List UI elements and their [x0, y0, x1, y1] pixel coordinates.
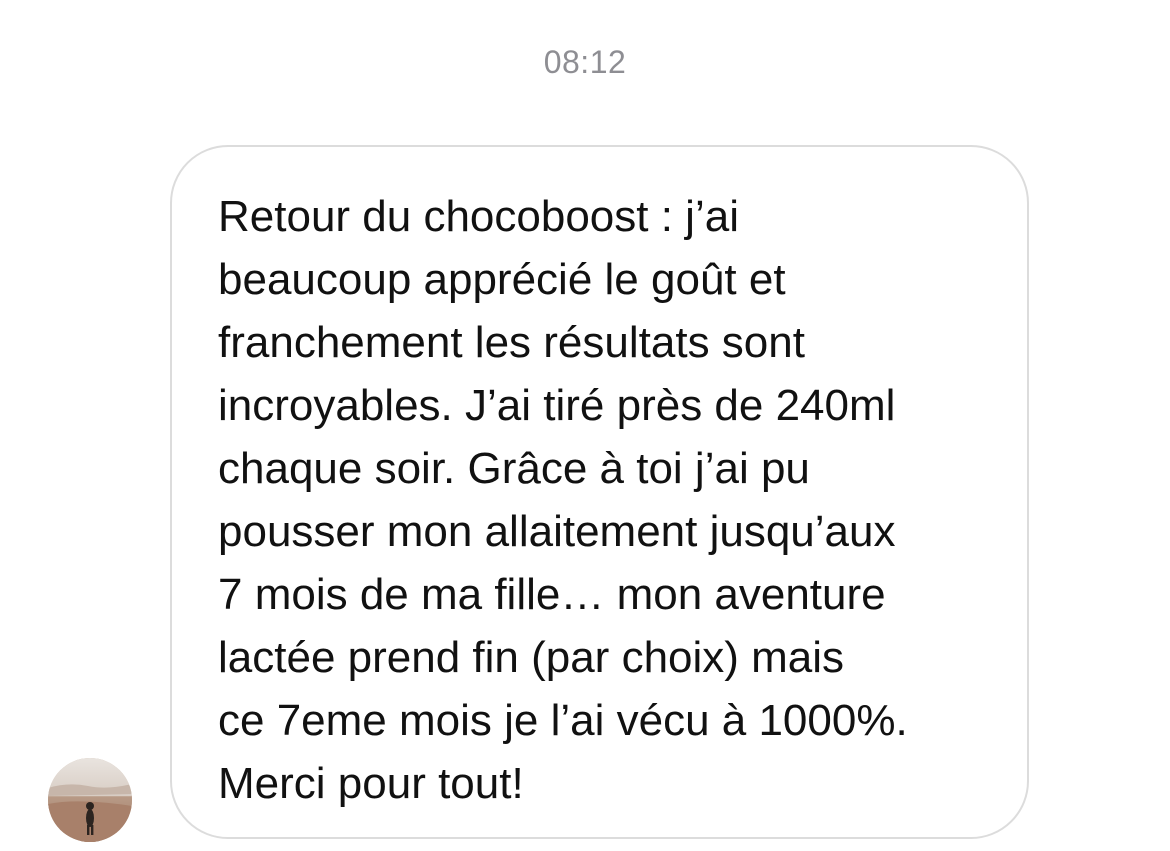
message-line: Merci pour tout! [218, 759, 524, 808]
message-line: beaucoup apprécié le goût et [218, 255, 786, 304]
beach-photo-icon [48, 758, 132, 842]
message-bubble[interactable]: Retour du chocoboost : j’ai beaucoup app… [170, 145, 1029, 839]
message-line: chaque soir. Grâce à toi j’ai pu [218, 444, 810, 493]
message-line: ce 7eme mois je l’ai vécu à 1000%. [218, 696, 908, 745]
message-line: Retour du chocoboost : j’ai [218, 192, 739, 241]
message-text: Retour du chocoboost : j’ai beaucoup app… [218, 185, 1008, 815]
message-line: franchement les résultats sont [218, 318, 805, 367]
received-message-row: Retour du chocoboost : j’ai beaucoup app… [0, 0, 1170, 851]
message-line: 7 mois de ma fille… mon aventure [218, 570, 886, 619]
message-line: lactée prend fin (par choix) mais [218, 633, 845, 682]
message-line: incroyables. J’ai tiré près de 240ml [218, 381, 896, 430]
message-line: pousser mon allaitement jusqu’aux [218, 507, 896, 556]
sender-avatar[interactable] [48, 758, 132, 842]
